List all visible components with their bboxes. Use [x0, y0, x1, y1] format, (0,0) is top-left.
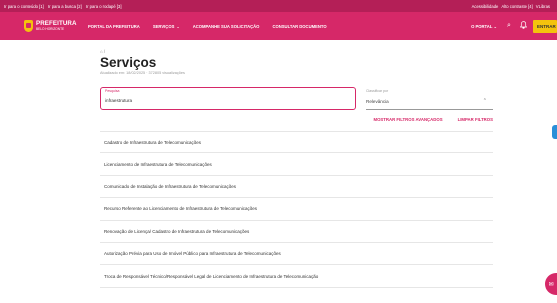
result-item[interactable]: Cadastro de Infraestrutura de Telecomuni… [100, 131, 493, 154]
show-advanced-filters-link[interactable]: MOSTRAR FILTROS AVANÇADOS [374, 117, 443, 122]
updated-info: Atualizado em: 18/02/2025 · 372805 visua… [100, 71, 185, 75]
filters-area: Pesquisa Classificar por Relevância ⌃ MO… [100, 87, 493, 127]
result-item[interactable]: Licenciamento de Infraestrutura de Telec… [100, 153, 493, 176]
skip-to-search-link[interactable]: Ir para a busca [2] [48, 4, 82, 9]
skip-to-footer-link[interactable]: Ir para o rodapé [3] [86, 4, 122, 9]
breadcrumb[interactable]: ⌂ / [100, 49, 493, 54]
prefeitura-logo[interactable]: PREFEITURA BELO HORIZONTE [24, 20, 82, 32]
sort-select[interactable]: Classificar por Relevância ⌃ [366, 89, 493, 110]
bell-icon[interactable] [519, 21, 527, 31]
sort-value: Relevância [366, 99, 389, 104]
result-item[interactable]: Autorização Prévia para Uso de Imóvel Pú… [100, 243, 493, 266]
result-item[interactable]: Renovação de Licença/ Cadastro de Infrae… [100, 221, 493, 243]
nav-label: ACOMPANHE SUA SOLICITAÇÃO [192, 23, 260, 29]
main-content: ⌂ / Serviços Atualizado em: 18/02/2025 ·… [100, 40, 493, 288]
search-label: Pesquisa [105, 89, 120, 93]
nav-label: CONSULTAR DOCUMENTO [272, 23, 327, 29]
accessibility-link[interactable]: Acessibilidade [472, 4, 499, 9]
result-item[interactable]: Recurso Referente ao Licenciamento de In… [100, 198, 493, 221]
search-icon[interactable]: ⌕ [505, 22, 513, 30]
result-item[interactable]: Troca de Responsável Técnico/Responsável… [100, 265, 493, 288]
bell-icon-graphic [519, 21, 527, 29]
header-actions: O PORTAL ⌄ ⌕ ENTRAR [471, 12, 557, 40]
nav-portal-da-prefeitura[interactable]: PORTAL DA PREFEITURA [88, 24, 140, 29]
sort-label: Classificar por [366, 89, 389, 93]
side-feedback-tab[interactable] [552, 125, 557, 139]
o-portal-label: O PORTAL [471, 23, 493, 29]
nav-acompanhe-solicitacao[interactable]: ACOMPANHE SUA SOLICITAÇÃO [193, 24, 260, 29]
o-portal-menu[interactable]: O PORTAL ⌄ [471, 24, 497, 29]
page-title: Serviços [100, 55, 157, 70]
result-item[interactable]: Comunicado de Instalação de Infraestrutu… [100, 176, 493, 199]
vlibras-link[interactable]: VLibras [536, 4, 550, 9]
search-field[interactable]: Pesquisa [100, 87, 356, 110]
city-crest-icon [24, 20, 33, 32]
nav-label: PORTAL DA PREFEITURA [88, 23, 140, 29]
main-header: PREFEITURA BELO HORIZONTE PORTAL DA PREF… [0, 12, 557, 40]
accessibility-controls: Acessibilidade Alto contraste [4] VLibra… [472, 4, 553, 9]
accessibility-bar: Ir para o conteúdo [1] Ir para a busca [… [0, 0, 557, 12]
logo-text: PREFEITURA BELO HORIZONTE [36, 20, 77, 31]
high-contrast-toggle[interactable]: Alto contraste [4] [501, 4, 532, 9]
results-list: Cadastro de Infraestrutura de Telecomuni… [100, 131, 493, 288]
chevron-icon: ⌃ [482, 98, 487, 104]
nav-servicos[interactable]: SERVIÇOS ⌄ [153, 24, 180, 29]
filter-actions: MOSTRAR FILTROS AVANÇADOS LIMPAR FILTROS [359, 117, 493, 122]
nav-label: SERVIÇOS [152, 23, 175, 29]
skip-links: Ir para o conteúdo [1] Ir para a busca [… [4, 4, 125, 9]
main-nav: PORTAL DA PREFEITURA SERVIÇOS ⌄ ACOMPANHE… [88, 24, 340, 29]
chevron-down-icon: ⌄ [176, 23, 180, 29]
chevron-down-icon: ⌄ [493, 23, 497, 29]
nav-consultar-documento[interactable]: CONSULTAR DOCUMENTO [272, 24, 326, 29]
chat-icon[interactable]: ✉ [545, 273, 557, 295]
search-input[interactable] [105, 98, 345, 103]
skip-to-content-link[interactable]: Ir para o conteúdo [1] [4, 4, 44, 9]
clear-filters-link[interactable]: LIMPAR FILTROS [458, 117, 493, 122]
logo-subtitle: BELO HORIZONTE [36, 27, 65, 31]
entrar-button[interactable]: ENTRAR [533, 19, 557, 33]
